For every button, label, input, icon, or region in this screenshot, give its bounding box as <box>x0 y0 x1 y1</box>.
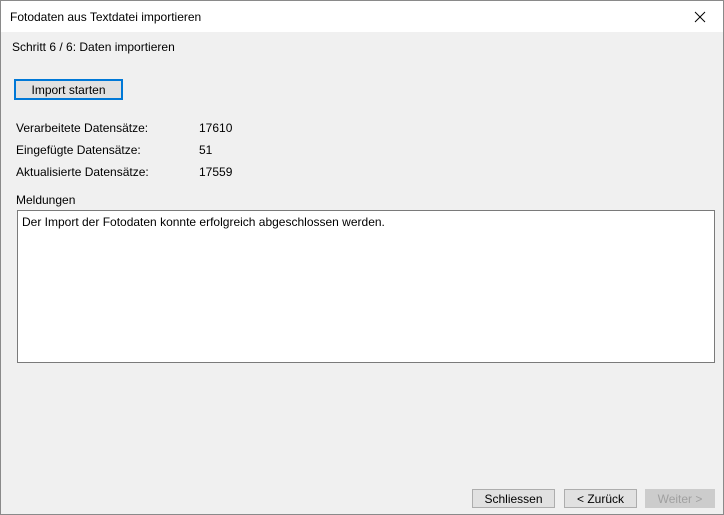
start-import-button[interactable]: Import starten <box>14 79 123 100</box>
inserted-records-label: Eingefügte Datensätze: <box>16 143 141 157</box>
processed-records-label: Verarbeitete Datensätze: <box>16 121 149 135</box>
processed-records-value: 17610 <box>199 121 233 135</box>
close-button[interactable] <box>677 1 723 32</box>
back-button[interactable]: < Zurück <box>564 489 637 508</box>
window-title: Fotodaten aus Textdatei importieren <box>10 10 202 24</box>
close-icon <box>694 11 706 22</box>
step-header: Schritt 6 / 6: Daten importieren <box>12 40 175 54</box>
title-bar: Fotodaten aus Textdatei importieren <box>1 1 723 32</box>
updated-records-label: Aktualisierte Datensätze: <box>16 165 149 179</box>
messages-textarea[interactable]: Der Import der Fotodaten konnte erfolgre… <box>17 210 715 363</box>
messages-label: Meldungen <box>16 193 76 207</box>
close-dialog-button[interactable]: Schliessen <box>472 489 555 508</box>
messages-text: Der Import der Fotodaten konnte erfolgre… <box>22 215 385 229</box>
import-dialog: Fotodaten aus Textdatei importieren Schr… <box>0 0 724 515</box>
next-button[interactable]: Weiter > <box>645 489 715 508</box>
inserted-records-value: 51 <box>199 143 213 157</box>
updated-records-value: 17559 <box>199 165 233 179</box>
